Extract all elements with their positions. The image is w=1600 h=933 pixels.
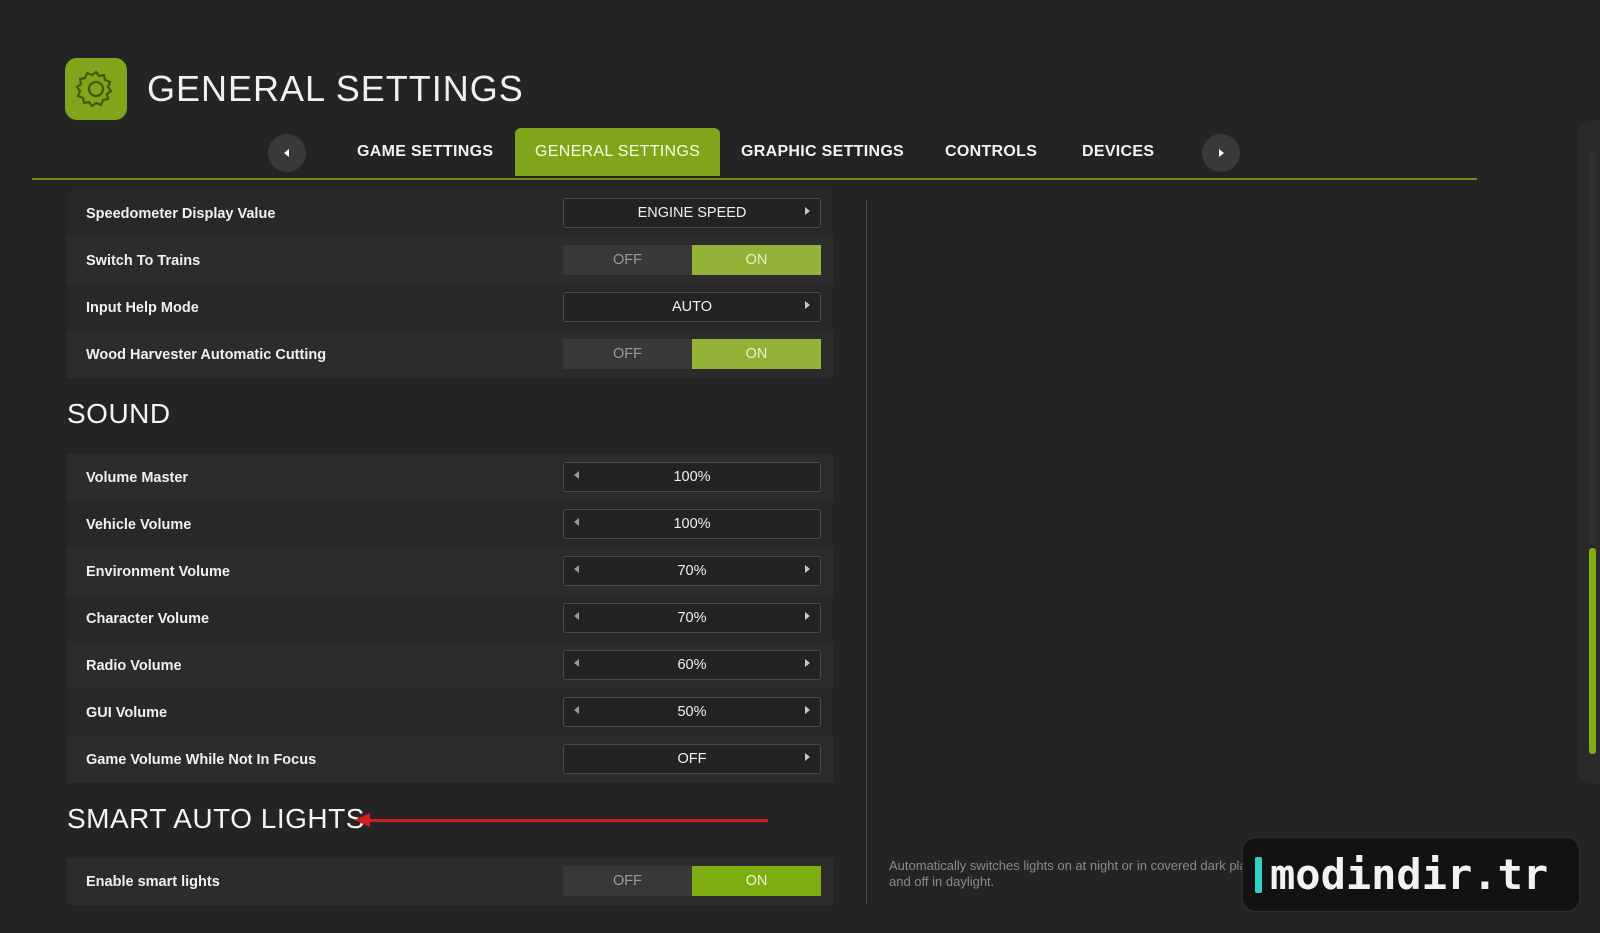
- gui-volume-selector[interactable]: 50%: [563, 697, 821, 727]
- toggle-off-option[interactable]: OFF: [563, 339, 692, 369]
- environment-volume-selector[interactable]: 70%: [563, 556, 821, 586]
- selector-value: 70%: [677, 563, 707, 579]
- gear-icon: [65, 58, 127, 121]
- switch-to-trains-toggle[interactable]: OFF ON: [563, 245, 821, 275]
- scrollbar-thumb[interactable]: [1589, 548, 1596, 754]
- section-title-sound: SOUND: [67, 398, 171, 429]
- setting-row: Wood Harvester Automatic Cutting OFF ON: [67, 331, 833, 378]
- setting-label: Vehicle Volume: [86, 516, 192, 533]
- volume-master-selector[interactable]: 100%: [563, 462, 821, 492]
- chevron-right-icon: [1219, 149, 1224, 157]
- tab-game-settings[interactable]: GAME SETTINGS: [357, 128, 493, 176]
- tab-general-settings[interactable]: GENERAL SETTINGS: [515, 128, 721, 176]
- arrow-right-icon[interactable]: [805, 301, 810, 309]
- watermark-logo: modindir.tr: [1242, 837, 1580, 912]
- character-volume-selector[interactable]: 70%: [563, 603, 821, 633]
- setting-label: Character Volume: [86, 610, 210, 627]
- setting-row: Volume Master 100%: [67, 454, 833, 501]
- game-volume-unfocused-selector[interactable]: OFF: [563, 744, 821, 774]
- tab-prev-button[interactable]: [268, 134, 306, 172]
- setting-description: Automatically switches lights on at nigh…: [889, 858, 1267, 889]
- setting-label: Input Help Mode: [86, 299, 199, 316]
- setting-row: Vehicle Volume 100%: [67, 501, 833, 548]
- toggle-off-option[interactable]: OFF: [563, 866, 692, 896]
- setting-row: Switch To Trains OFF ON: [67, 237, 833, 284]
- setting-row: GUI Volume 50%: [67, 689, 833, 736]
- selector-value: AUTO: [671, 299, 713, 315]
- arrow-left-icon[interactable]: [574, 565, 579, 573]
- general-settings-list: Speedometer Display Value ENGINE SPEED S…: [67, 190, 833, 378]
- speedometer-selector[interactable]: ENGINE SPEED: [563, 198, 821, 228]
- page-title: GENERAL SETTINGS: [147, 68, 524, 110]
- arrow-right-icon[interactable]: [805, 207, 810, 215]
- setting-label: GUI Volume: [86, 704, 168, 721]
- tab-controls[interactable]: CONTROLS: [945, 128, 1037, 176]
- arrow-left-icon[interactable]: [574, 518, 579, 526]
- selector-value: OFF: [677, 751, 707, 767]
- input-help-mode-selector[interactable]: AUTO: [563, 292, 821, 322]
- vehicle-volume-selector[interactable]: 100%: [563, 509, 821, 539]
- smart-lights-settings-list: Enable smart lights OFF ON: [67, 858, 833, 905]
- tab-next-button[interactable]: [1202, 134, 1240, 172]
- arrow-left-icon[interactable]: [574, 471, 579, 479]
- tab-bar: GAME SETTINGS GENERAL SETTINGS GRAPHIC S…: [32, 128, 1477, 180]
- tab-devices[interactable]: DEVICES: [1082, 128, 1154, 176]
- arrow-right-icon[interactable]: [805, 706, 810, 714]
- setting-row: Speedometer Display Value ENGINE SPEED: [67, 190, 833, 237]
- toggle-on-option[interactable]: ON: [692, 339, 821, 369]
- section-title-smart-auto-lights: SMART AUTO LIGHTS: [67, 803, 365, 834]
- sound-settings-list: Volume Master 100% Vehicle Volume 100% E…: [67, 454, 833, 783]
- arrow-right-icon[interactable]: [805, 659, 810, 667]
- selector-value: 100%: [673, 516, 711, 532]
- setting-label: Radio Volume: [86, 657, 182, 674]
- selector-value: 70%: [677, 610, 707, 626]
- toggle-on-option[interactable]: ON: [692, 866, 821, 896]
- annotation-arrow-line: [360, 819, 768, 822]
- setting-label: Game Volume While Not In Focus: [86, 751, 317, 768]
- wood-harvester-toggle[interactable]: OFF ON: [563, 339, 821, 369]
- watermark-text: modindir.tr: [1270, 850, 1549, 899]
- tab-graphic-settings[interactable]: GRAPHIC SETTINGS: [741, 128, 904, 176]
- setting-row: Input Help Mode AUTO: [67, 284, 833, 331]
- selector-value: 60%: [677, 657, 707, 673]
- selector-value: ENGINE SPEED: [637, 205, 747, 221]
- arrow-right-icon[interactable]: [805, 565, 810, 573]
- setting-row: Enable smart lights OFF ON: [67, 858, 833, 905]
- toggle-on-option[interactable]: ON: [692, 245, 821, 275]
- scrollbar-rail: [1589, 150, 1596, 546]
- arrow-right-icon[interactable]: [805, 612, 810, 620]
- setting-row: Radio Volume 60%: [67, 642, 833, 689]
- chevron-left-icon: [284, 149, 289, 157]
- setting-row: Character Volume 70%: [67, 595, 833, 642]
- page-header: GENERAL SETTINGS: [65, 44, 524, 134]
- panel-divider: [866, 199, 867, 904]
- setting-label: Environment Volume: [86, 563, 230, 580]
- setting-label: Speedometer Display Value: [86, 205, 276, 222]
- setting-row: Game Volume While Not In Focus OFF: [67, 736, 833, 783]
- selector-value: 50%: [677, 704, 707, 720]
- enable-smart-lights-toggle[interactable]: OFF ON: [563, 866, 821, 896]
- arrow-left-icon[interactable]: [574, 706, 579, 714]
- toggle-off-option[interactable]: OFF: [563, 245, 692, 275]
- arrow-right-icon[interactable]: [805, 753, 810, 761]
- setting-row: Environment Volume 70%: [67, 548, 833, 595]
- setting-label: Wood Harvester Automatic Cutting: [86, 346, 327, 363]
- selector-value: 100%: [673, 469, 711, 485]
- setting-label: Switch To Trains: [86, 252, 201, 269]
- arrow-left-icon[interactable]: [574, 659, 579, 667]
- setting-label: Volume Master: [86, 469, 189, 486]
- watermark-bar: [1255, 856, 1262, 893]
- setting-label: Enable smart lights: [86, 873, 220, 890]
- arrow-left-icon[interactable]: [574, 612, 579, 620]
- radio-volume-selector[interactable]: 60%: [563, 650, 821, 680]
